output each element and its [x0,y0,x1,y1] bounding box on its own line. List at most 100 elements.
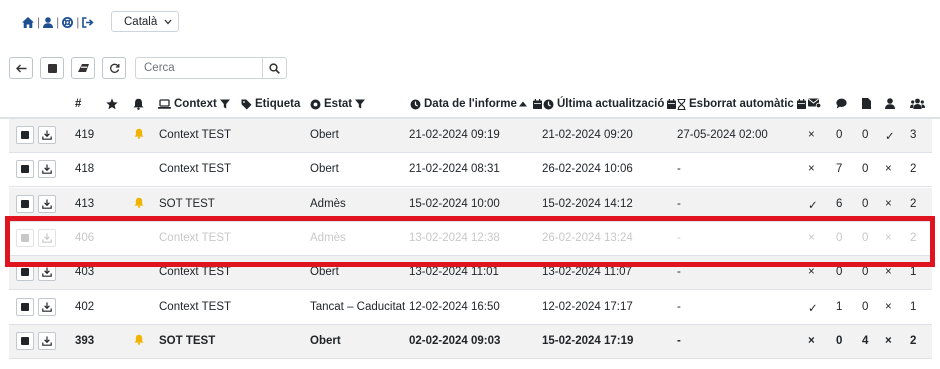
col-number[interactable]: # [75,98,81,110]
chevron-down-icon [164,19,172,24]
col-notifications[interactable] [133,98,147,110]
sort-up-icon[interactable] [518,101,527,107]
col-tag[interactable]: Etiqueta [241,98,300,110]
col-auto-delete[interactable]: Esborrat automàtic [677,98,809,110]
files-count: 0 [862,266,869,279]
col-comments[interactable] [836,98,850,109]
recipients-count: 2 [910,197,917,210]
recipient-cell: × [885,300,892,313]
language-select[interactable]: Català [111,11,179,32]
calendar-icon[interactable] [667,99,677,109]
col-recipient[interactable] [885,98,898,109]
download-button[interactable] [38,160,56,179]
context-cell: Context TEST [159,300,232,313]
row-actions [16,331,60,350]
col-files[interactable] [862,98,874,109]
comments-count: 1 [836,300,843,313]
select-row-button[interactable] [16,331,34,350]
table-row[interactable]: 393 SOT TEST Obert 02-02-2024 09:03 15-0… [9,324,932,359]
auto-delete-cell: - [677,300,681,313]
row-actions [16,126,60,144]
back-button[interactable] [9,57,33,79]
square-icon [47,63,57,73]
eraser-button[interactable] [71,57,95,79]
bell-icon [134,197,144,211]
report-id: 402 [75,300,95,313]
select-row-button[interactable] [16,160,34,179]
user-icon[interactable] [43,16,54,28]
table-row[interactable]: 419 Context TEST Obert 21-02-2024 09:19 … [9,119,932,153]
comments-count: 0 [836,334,843,347]
search-icon [269,62,280,74]
recipients-count: 1 [910,300,917,313]
report-id: 403 [75,266,95,279]
report-date-cell: 15-02-2024 10:00 [409,197,500,210]
star-icon [106,98,118,110]
col-report-date[interactable]: Data de l'informe [410,98,545,110]
access-cell: × [808,163,815,176]
refresh-button[interactable] [102,57,126,79]
access-cell: ✓ [808,199,818,212]
last-update-cell: 21-02-2024 09:20 [542,129,633,141]
col-important[interactable] [106,98,121,110]
logout-icon[interactable] [82,16,94,28]
search-button[interactable] [262,57,287,79]
calendar-icon[interactable] [532,99,542,109]
select-row-button[interactable] [16,297,34,316]
home-icon[interactable] [22,16,34,28]
download-button[interactable] [38,194,56,213]
file-icon [862,98,871,109]
context-cell: Context TEST [159,129,232,141]
recipients-count: 2 [910,334,917,347]
col-status[interactable]: Estat [310,98,368,110]
recipient-cell: × [885,334,892,347]
support-icon[interactable] [62,16,74,28]
refresh-icon [109,63,119,73]
calendar-icon[interactable] [796,99,806,109]
filter-icon[interactable] [219,99,230,109]
report-id: 413 [75,197,95,210]
download-button[interactable] [38,126,56,144]
row-actions [16,297,60,316]
status-cell: Obert [310,266,339,279]
square-icon [21,199,29,208]
status-cell: Tancat – Caducitat [310,300,406,313]
col-context[interactable]: Context [158,98,233,110]
table-row[interactable]: 418 Context TEST Obert 21-02-2024 08:31 … [9,153,932,188]
clock-icon [543,99,554,109]
context-cell: Context TEST [159,266,232,279]
access-cell: × [808,266,815,279]
hourglass-icon [677,98,686,110]
search-input[interactable]: Cerca [135,57,262,79]
select-row-button[interactable] [16,126,34,144]
last-update-cell: 15-02-2024 14:12 [542,197,633,210]
filter-icon[interactable] [355,99,366,109]
files-count: 0 [862,197,869,210]
report-date-cell: 12-02-2024 16:50 [409,300,500,313]
comment-icon [836,98,847,109]
files-count: 4 [862,334,869,347]
col-access[interactable] [808,98,824,108]
table-row[interactable]: 402 Context TEST Tancat – Caducitat 12-0… [9,291,932,325]
envelope-icon [808,98,821,108]
square-icon [21,336,29,345]
nav-separator: | [37,15,41,29]
report-date-cell: 13-02-2024 11:01 [409,266,499,279]
language-selected: Català [124,15,158,28]
col-recipients[interactable] [910,98,928,109]
context-cell: Context TEST [159,163,232,176]
select-row-button[interactable] [16,194,34,213]
download-button[interactable] [38,331,56,350]
row-actions [16,160,60,179]
row-actions [16,194,60,213]
status-cell: Obert [310,163,339,176]
download-icon [42,336,52,346]
download-icon [42,267,52,277]
download-button[interactable] [38,297,56,316]
col-last-update[interactable]: Última actualització [543,98,679,110]
select-all-button[interactable] [40,57,64,79]
square-icon [21,302,29,311]
access-cell: × [808,334,815,347]
recipient-cell: × [885,197,892,210]
status-cell: Admès [310,197,346,210]
